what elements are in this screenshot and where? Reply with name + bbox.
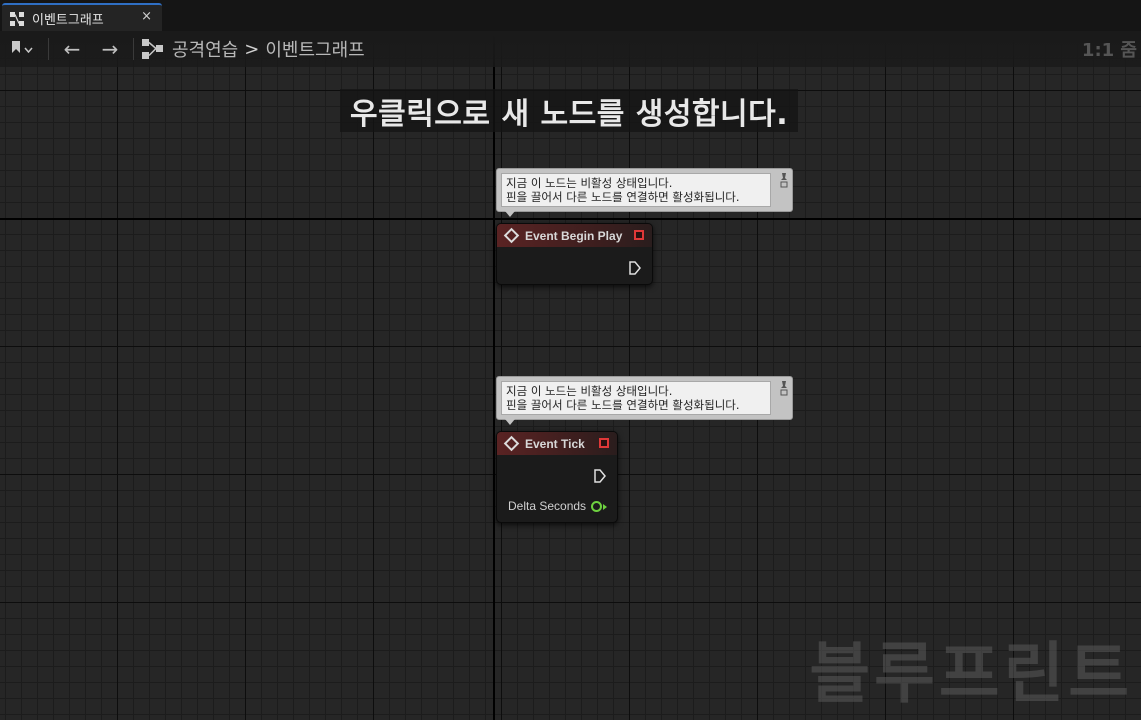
node-title: Event Tick <box>525 436 585 451</box>
node-header: Event Tick <box>497 432 617 455</box>
forward-button[interactable]: → <box>91 31 129 67</box>
pin-label-delta-seconds: Delta Seconds <box>508 499 587 513</box>
origin-axis-vertical <box>493 31 495 720</box>
event-icon <box>503 435 520 452</box>
node-event-begin-play[interactable]: Event Begin Play <box>496 223 653 285</box>
bookmark-button[interactable] <box>0 31 44 67</box>
bookmark-icon <box>11 40 21 58</box>
tab-event-graph[interactable]: 이벤트그래프 × <box>2 3 162 31</box>
zoom-level: 1:1 줌 <box>1081 40 1137 61</box>
node-title: Event Begin Play <box>525 228 623 243</box>
comment-line: 지금 이 노드는 비활성 상태입니다. <box>506 176 673 190</box>
arrow-left-icon: ← <box>63 37 81 61</box>
blueprint-watermark: 블루프린트 <box>809 635 1133 712</box>
comment-line: 지금 이 노드는 비활성 상태입니다. <box>506 384 673 398</box>
exec-output-pin[interactable] <box>594 468 606 483</box>
comment-tail <box>505 211 515 217</box>
comment-text: 지금 이 노드는 비활성 상태입니다. 핀을 끌어서 다른 노드를 연결하면 활… <box>501 173 771 207</box>
breadcrumb-parent[interactable]: 공격연습 <box>172 36 238 62</box>
delegate-pin[interactable] <box>599 438 609 448</box>
close-icon[interactable]: × <box>141 9 152 24</box>
event-icon <box>503 227 520 244</box>
breadcrumb-separator: > <box>244 38 260 60</box>
delegate-pin[interactable] <box>634 230 644 240</box>
pin-icon[interactable] <box>779 172 789 191</box>
graph-icon <box>138 31 168 67</box>
toolbar-divider <box>48 38 49 60</box>
tab-label: 이벤트그래프 <box>32 12 104 28</box>
exec-output-pin[interactable] <box>629 260 641 275</box>
toolbar-divider <box>133 38 134 60</box>
graph-canvas[interactable]: ← → 공격연습 > 이벤트그래프 1:1 줌 우클릭으로 새 노드를 생성합니… <box>0 31 1141 720</box>
arrow-right-icon: → <box>101 37 119 61</box>
chevron-down-icon <box>24 41 33 57</box>
node-header: Event Begin Play <box>497 224 652 247</box>
comment-text: 지금 이 노드는 비활성 상태입니다. 핀을 끌어서 다른 노드를 연결하면 활… <box>501 381 771 415</box>
graph-toolbar: ← → 공격연습 > 이벤트그래프 1:1 줌 <box>0 31 1141 67</box>
graph-icon <box>10 11 24 26</box>
comment-line: 핀을 끌어서 다른 노드를 연결하면 활성화됩니다. <box>506 398 740 412</box>
tab-strip: 이벤트그래프 × <box>0 0 1141 31</box>
breadcrumb: 공격연습 > 이벤트그래프 <box>172 36 365 62</box>
origin-axis-horizontal <box>0 218 1141 220</box>
node-comment-bubble[interactable]: 지금 이 노드는 비활성 상태입니다. 핀을 끌어서 다른 노드를 연결하면 활… <box>496 168 793 217</box>
pin-icon[interactable] <box>779 380 789 399</box>
hint-text: 우클릭으로 새 노드를 생성합니다. <box>340 89 799 132</box>
float-output-pin[interactable] <box>591 501 602 512</box>
breadcrumb-current[interactable]: 이벤트그래프 <box>265 36 364 62</box>
node-comment-bubble[interactable]: 지금 이 노드는 비활성 상태입니다. 핀을 끌어서 다른 노드를 연결하면 활… <box>496 376 793 425</box>
comment-tail <box>505 419 515 425</box>
back-button[interactable]: ← <box>53 31 91 67</box>
comment-line: 핀을 끌어서 다른 노드를 연결하면 활성화됩니다. <box>506 190 740 204</box>
node-event-tick[interactable]: Event Tick Delta Seconds <box>496 431 618 523</box>
pin-arrow-icon <box>603 504 607 510</box>
